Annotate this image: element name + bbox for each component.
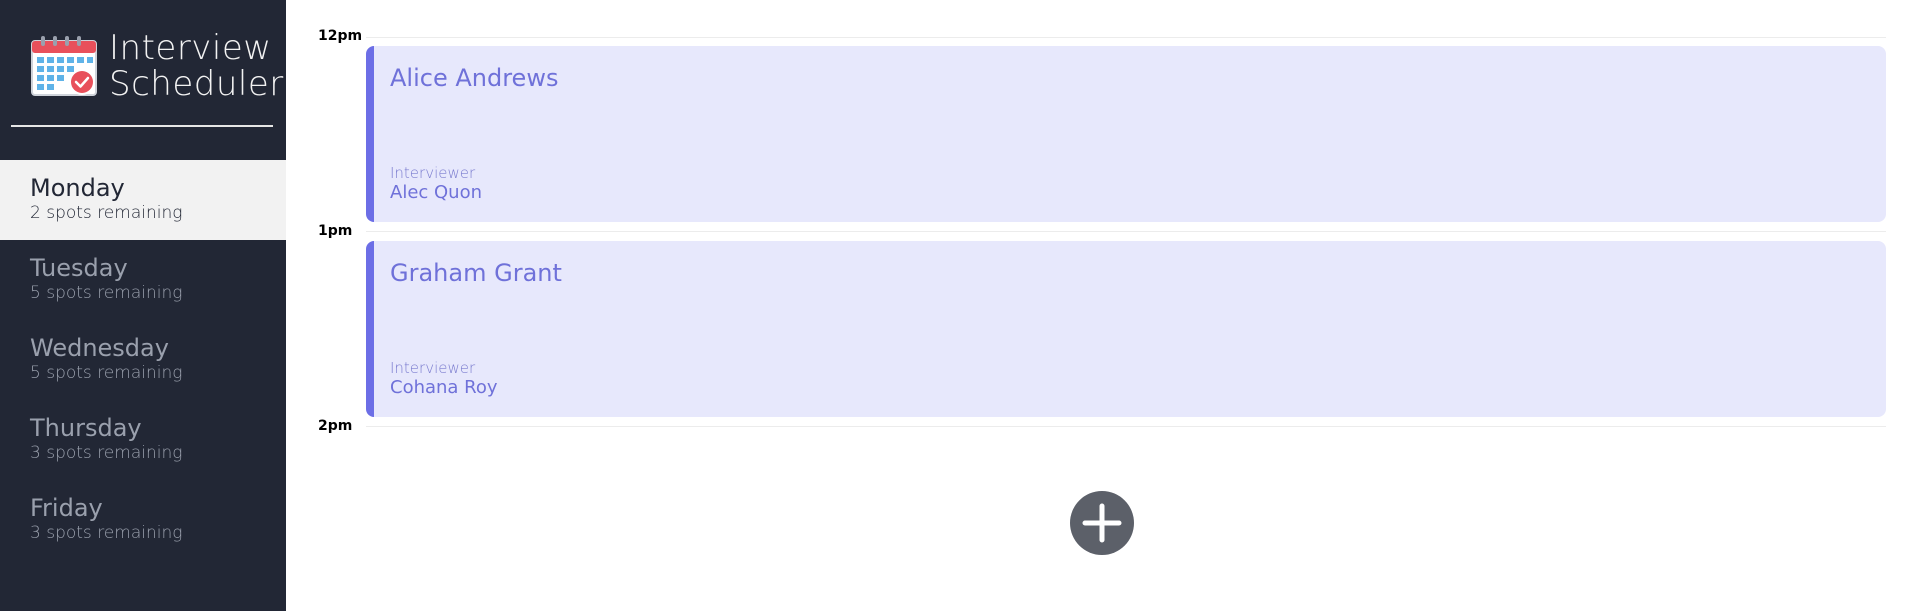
app-root: Interview Scheduler Monday 2 spots remai…	[0, 0, 1912, 611]
interviewer-label: Interviewer	[390, 359, 476, 377]
interviewer-name: Alec Quon	[390, 182, 483, 203]
day-spots: 3 spots remaining	[30, 523, 183, 543]
day-list: Monday 2 spots remaining Tuesday 5 spots…	[0, 160, 286, 560]
interviewer-name: Cohana Roy	[390, 377, 498, 398]
day-name: Monday	[30, 174, 125, 202]
app-title-line2: Scheduler	[109, 64, 284, 104]
plus-icon	[1082, 503, 1122, 543]
add-appointment-button[interactable]	[1070, 491, 1134, 555]
student-name: Alice Andrews	[390, 64, 559, 92]
day-name: Wednesday	[30, 334, 169, 362]
sidebar: Interview Scheduler Monday 2 spots remai…	[0, 0, 286, 611]
schedule: 12pm Alice Andrews Interviewer Alec Quon…	[286, 0, 1912, 611]
day-spots: 3 spots remaining	[30, 443, 183, 463]
time-slot-divider	[366, 231, 1886, 232]
time-slot-divider	[366, 426, 1886, 427]
appointment-card[interactable]: Alice Andrews Interviewer Alec Quon	[366, 46, 1886, 222]
sidebar-divider	[11, 125, 273, 127]
interviewer-label: Interviewer	[390, 164, 476, 182]
time-slot-label: 2pm	[318, 418, 353, 434]
day-spots: 5 spots remaining	[30, 363, 183, 383]
day-name: Tuesday	[30, 254, 128, 282]
calendar-check-icon	[31, 36, 97, 96]
day-item-friday[interactable]: Friday 3 spots remaining	[0, 480, 286, 560]
brand: Interview Scheduler	[31, 30, 284, 102]
app-title-line1: Interview	[109, 28, 272, 68]
student-name: Graham Grant	[390, 259, 562, 287]
day-item-wednesday[interactable]: Wednesday 5 spots remaining	[0, 320, 286, 400]
time-slot-divider	[366, 37, 1886, 38]
appointment-card[interactable]: Graham Grant Interviewer Cohana Roy	[366, 241, 1886, 417]
day-spots: 2 spots remaining	[30, 203, 183, 223]
app-title: Interview Scheduler	[109, 30, 284, 102]
day-item-tuesday[interactable]: Tuesday 5 spots remaining	[0, 240, 286, 320]
day-item-thursday[interactable]: Thursday 3 spots remaining	[0, 400, 286, 480]
time-slot-label: 1pm	[318, 223, 353, 239]
day-name: Friday	[30, 494, 103, 522]
time-slot-label: 12pm	[318, 28, 363, 44]
day-name: Thursday	[30, 414, 142, 442]
day-item-monday[interactable]: Monday 2 spots remaining	[0, 160, 286, 240]
day-spots: 5 spots remaining	[30, 283, 183, 303]
